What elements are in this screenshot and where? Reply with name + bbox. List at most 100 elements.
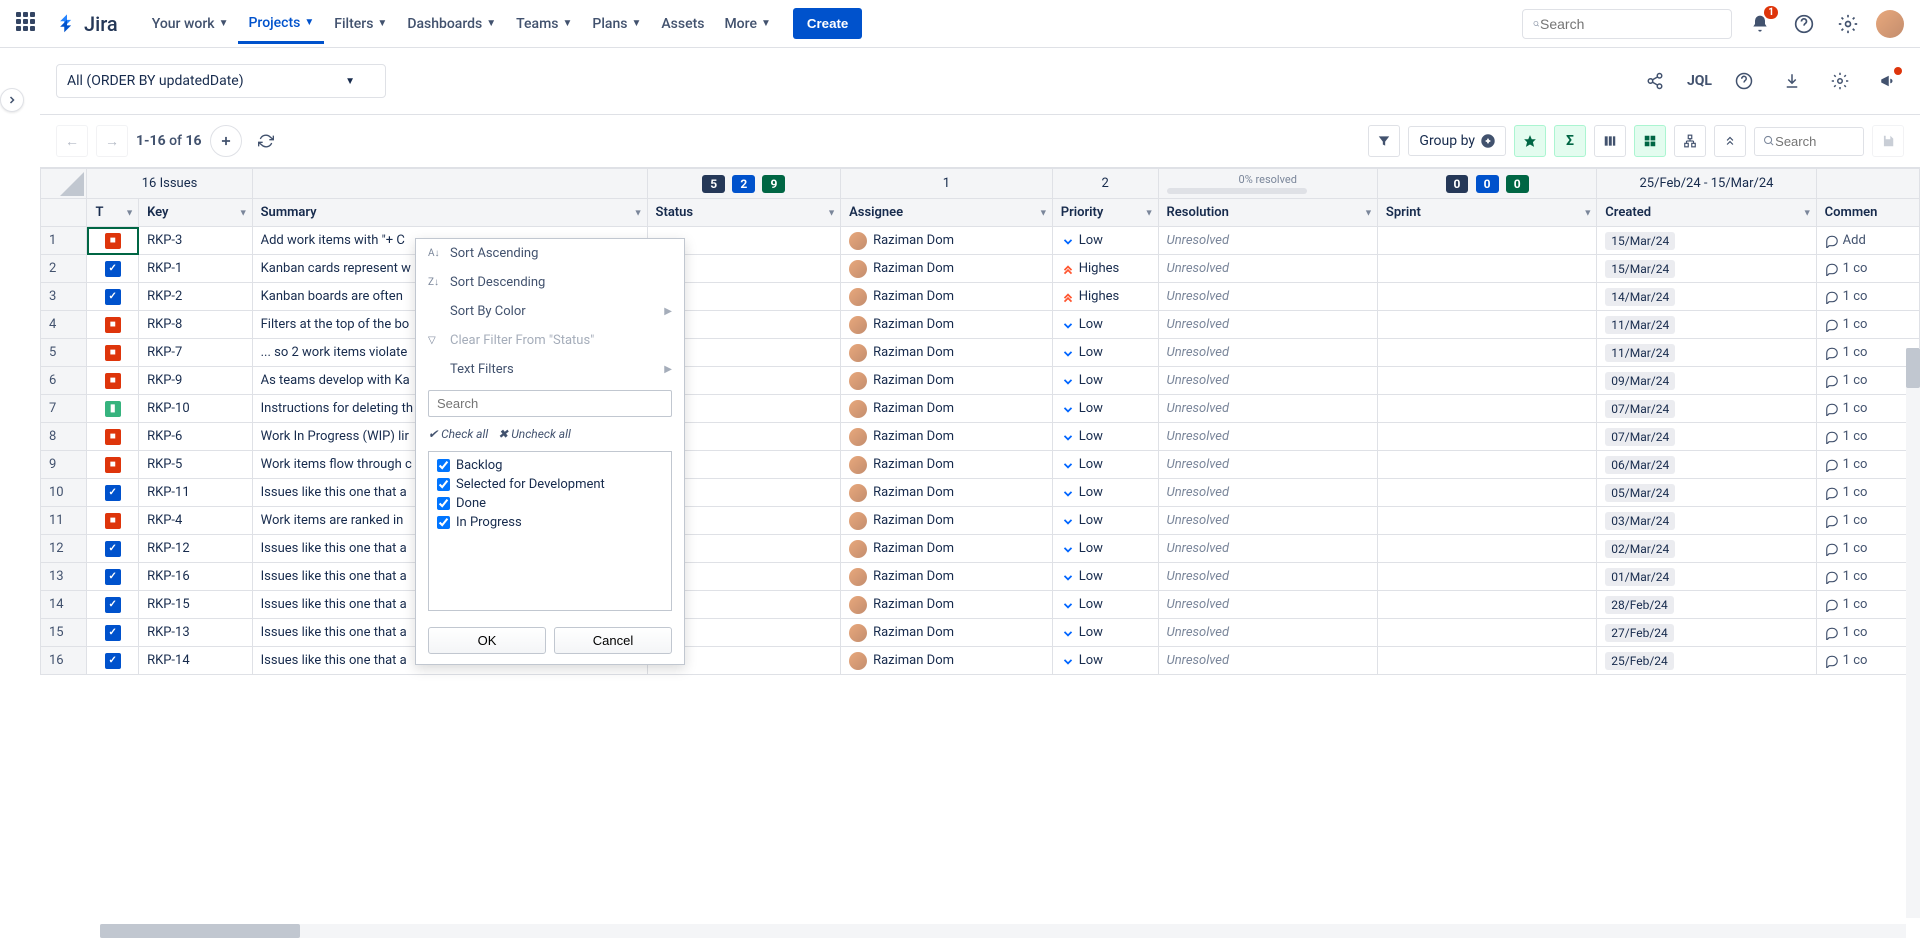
table-row[interactable]: 5■RKP-7... so 2 work items violateRazima… — [41, 339, 1920, 367]
priority-cell[interactable]: Low — [1052, 367, 1158, 395]
chevron-down-icon[interactable]: ▼ — [1364, 207, 1373, 218]
jql-button[interactable]: JQL — [1687, 73, 1712, 89]
key-cell[interactable]: RKP-13 — [139, 619, 253, 647]
share-button[interactable] — [1639, 65, 1671, 97]
priority-cell[interactable]: Low — [1052, 339, 1158, 367]
assignee-cell[interactable]: Raziman Dom — [841, 367, 1053, 395]
add-button[interactable] — [210, 125, 242, 157]
resolution-cell[interactable]: Unresolved — [1158, 339, 1377, 367]
created-cell[interactable]: 15/Mar/24 — [1597, 227, 1816, 255]
select-all-corner[interactable] — [60, 172, 84, 196]
comment-cell[interactable]: 1 co — [1816, 311, 1919, 339]
priority-cell[interactable]: Low — [1052, 591, 1158, 619]
grid-search-input[interactable] — [1775, 134, 1855, 149]
resolution-cell[interactable]: Unresolved — [1158, 395, 1377, 423]
table-row[interactable]: 12✓RKP-12Issues like this one that aRazi… — [41, 535, 1920, 563]
prev-page-button[interactable]: ← — [56, 125, 88, 157]
key-cell[interactable]: RKP-11 — [139, 479, 253, 507]
created-cell[interactable]: 09/Mar/24 — [1597, 367, 1816, 395]
table-row[interactable]: 14✓RKP-15Issues like this one that aRazi… — [41, 591, 1920, 619]
text-filters[interactable]: Text Filters ▶ — [416, 355, 684, 384]
resolution-cell[interactable]: Unresolved — [1158, 563, 1377, 591]
key-cell[interactable]: RKP-14 — [139, 647, 253, 675]
comment-cell[interactable]: 1 co — [1816, 591, 1919, 619]
sprint-cell[interactable] — [1377, 535, 1596, 563]
created-cell[interactable]: 07/Mar/24 — [1597, 423, 1816, 451]
refresh-button[interactable] — [250, 125, 282, 157]
pin-button[interactable] — [1514, 125, 1546, 157]
chevron-down-icon[interactable]: ▼ — [239, 207, 248, 218]
table-row[interactable]: 4■RKP-8Filters at the top of the boRazim… — [41, 311, 1920, 339]
comment-cell[interactable]: 1 co — [1816, 507, 1919, 535]
created-cell[interactable]: 28/Feb/24 — [1597, 591, 1816, 619]
sprint-cell[interactable] — [1377, 255, 1596, 283]
sprint-cell[interactable] — [1377, 423, 1596, 451]
sprint-cell[interactable] — [1377, 451, 1596, 479]
uncheck-all-button[interactable]: ✖ Uncheck all — [498, 427, 571, 441]
priority-cell[interactable]: Low — [1052, 619, 1158, 647]
priority-cell[interactable]: Low — [1052, 563, 1158, 591]
comment-cell[interactable]: 1 co — [1816, 339, 1919, 367]
created-cell[interactable]: 15/Mar/24 — [1597, 255, 1816, 283]
comment-cell[interactable]: 1 co — [1816, 535, 1919, 563]
assignee-cell[interactable]: Raziman Dom — [841, 647, 1053, 675]
resolution-cell[interactable]: Unresolved — [1158, 227, 1377, 255]
app-switcher-icon[interactable] — [16, 12, 40, 36]
created-cell[interactable]: 06/Mar/24 — [1597, 451, 1816, 479]
nav-dashboards[interactable]: Dashboards▼ — [397, 4, 506, 44]
col-comment[interactable]: Commen — [1816, 199, 1919, 227]
groupby-button[interactable]: Group by — [1408, 126, 1506, 156]
created-cell[interactable]: 03/Mar/24 — [1597, 507, 1816, 535]
resolution-cell[interactable]: Unresolved — [1158, 283, 1377, 311]
type-cell[interactable]: ✓ — [87, 535, 139, 563]
priority-cell[interactable]: Low — [1052, 535, 1158, 563]
sprint-cell[interactable] — [1377, 395, 1596, 423]
check-all-button[interactable]: ✔ Check all — [428, 427, 488, 441]
created-cell[interactable]: 14/Mar/24 — [1597, 283, 1816, 311]
priority-cell[interactable]: Low — [1052, 395, 1158, 423]
filter-option[interactable]: Done — [433, 494, 667, 513]
key-cell[interactable]: RKP-10 — [139, 395, 253, 423]
type-cell[interactable]: ✓ — [87, 647, 139, 675]
col-summary[interactable]: Summary▼ — [252, 199, 647, 227]
comment-cell[interactable]: 1 co — [1816, 479, 1919, 507]
resolution-cell[interactable]: Unresolved — [1158, 647, 1377, 675]
settings-button-2[interactable] — [1824, 65, 1856, 97]
created-cell[interactable]: 27/Feb/24 — [1597, 619, 1816, 647]
sprint-cell[interactable] — [1377, 591, 1596, 619]
resolution-cell[interactable]: Unresolved — [1158, 311, 1377, 339]
filter-search-input[interactable] — [428, 390, 672, 417]
type-cell[interactable]: ■ — [87, 311, 139, 339]
notifications-button[interactable]: 1 — [1744, 8, 1776, 40]
nav-your-work[interactable]: Your work▼ — [142, 4, 239, 44]
assignee-cell[interactable]: Raziman Dom — [841, 507, 1053, 535]
sort-ascending[interactable]: A↓ Sort Ascending — [416, 239, 684, 268]
comment-cell[interactable]: 1 co — [1816, 283, 1919, 311]
priority-cell[interactable]: Low — [1052, 423, 1158, 451]
resolution-cell[interactable]: Unresolved — [1158, 451, 1377, 479]
nav-filters[interactable]: Filters▼ — [324, 4, 397, 44]
sprint-cell[interactable] — [1377, 227, 1596, 255]
key-cell[interactable]: RKP-9 — [139, 367, 253, 395]
type-cell[interactable]: ✓ — [87, 619, 139, 647]
filter-option[interactable]: Backlog — [433, 456, 667, 475]
sidebar-expand-button[interactable] — [0, 88, 24, 112]
priority-cell[interactable]: Low — [1052, 507, 1158, 535]
columns-button[interactable] — [1594, 125, 1626, 157]
key-cell[interactable]: RKP-7 — [139, 339, 253, 367]
table-row[interactable]: 8■RKP-6Work In Progress (WIP) lirRaziman… — [41, 423, 1920, 451]
sort-by-color[interactable]: Sort By Color ▶ — [416, 297, 684, 326]
resolution-cell[interactable]: Unresolved — [1158, 255, 1377, 283]
table-row[interactable]: 16✓RKP-14Issues like this one that aRazi… — [41, 647, 1920, 675]
resolution-cell[interactable]: Unresolved — [1158, 535, 1377, 563]
created-cell[interactable]: 02/Mar/24 — [1597, 535, 1816, 563]
settings-button[interactable] — [1832, 8, 1864, 40]
filter-toggle-button[interactable] — [1368, 125, 1400, 157]
help-button-2[interactable] — [1728, 65, 1760, 97]
resolution-cell[interactable]: Unresolved — [1158, 479, 1377, 507]
resolution-cell[interactable]: Unresolved — [1158, 507, 1377, 535]
col-resolution[interactable]: Resolution▼ — [1158, 199, 1377, 227]
table-row[interactable]: 9■RKP-5Work items flow through cRaziman … — [41, 451, 1920, 479]
sprint-cell[interactable] — [1377, 283, 1596, 311]
filter-ok-button[interactable]: OK — [428, 627, 546, 654]
